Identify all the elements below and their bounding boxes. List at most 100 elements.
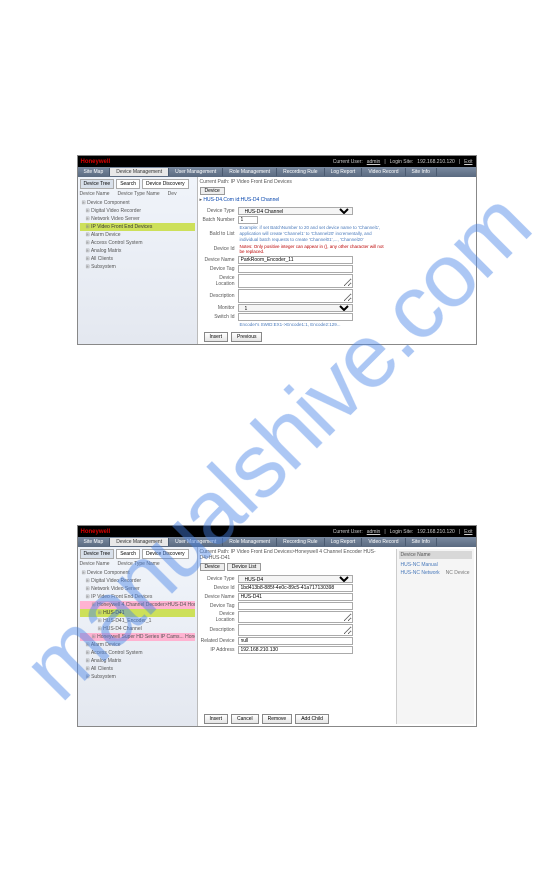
input-device-id[interactable] — [238, 584, 353, 592]
list-item[interactable]: HUS-NC NetworkNC Device — [399, 569, 472, 577]
tree-node[interactable]: Network Video Server — [80, 585, 195, 593]
tree-node[interactable]: All Clients — [80, 255, 195, 263]
topbar: Honeywell Current User: admin | Login Si… — [78, 156, 476, 167]
tree-node[interactable]: Access Control System — [80, 239, 195, 247]
remove-button[interactable]: Remove — [262, 714, 293, 724]
tree-node[interactable]: Device Component — [80, 569, 195, 577]
select-device-type[interactable]: HUS-D4 Channel — [238, 207, 353, 215]
nav-video-record[interactable]: Video Record — [362, 168, 405, 176]
tree-node[interactable]: Alarm Device — [80, 231, 195, 239]
input-device-tag[interactable] — [238, 265, 353, 273]
tree-node[interactable]: All Clients — [80, 665, 195, 673]
input-description[interactable] — [238, 624, 353, 636]
nav-log-report[interactable]: Log Report — [325, 538, 363, 546]
tree-node[interactable]: Subsystem — [80, 673, 195, 681]
device-list-tag[interactable]: Device List — [227, 563, 261, 571]
main-content: Current Path: IP Video Front End Devices… — [198, 177, 476, 344]
tab-device-tree[interactable]: Device Tree — [80, 179, 115, 189]
tree-node[interactable]: Honeywell 4 Channel Decoder>HUS-D4 Honey… — [80, 601, 195, 609]
login-site-value: 192.168.210.120 — [417, 159, 455, 165]
current-user[interactable]: admin — [367, 529, 381, 535]
right-panel: Device Name HUS-NC Manual HUS-NC Network… — [396, 549, 474, 724]
select-monitor[interactable]: 1 — [238, 304, 353, 312]
tree-node[interactable]: Subsystem — [80, 263, 195, 271]
tree-node[interactable]: IP Video Front End Devices — [80, 593, 195, 601]
add-child-button[interactable]: Add Child — [295, 714, 329, 724]
cancel-button[interactable]: Cancel — [231, 714, 259, 724]
nav-user-management[interactable]: User Management — [169, 168, 223, 176]
breadcrumb: Current Path: IP Video Front End Devices… — [200, 549, 392, 561]
insert-button[interactable]: Insert — [204, 332, 229, 342]
nav-site-map[interactable]: Site Map — [78, 538, 111, 546]
nav-site-map[interactable]: Site Map — [78, 168, 111, 176]
list-item[interactable]: HUS-NC Manual — [399, 561, 472, 569]
device-form: Device Type HUS-D4 Device Id Device Name… — [200, 575, 392, 654]
sidebar: Device Tree Search Device Discovery Devi… — [78, 177, 198, 344]
current-user[interactable]: admin — [367, 159, 381, 165]
tree-node[interactable]: Digital Video Recorder — [80, 207, 195, 215]
tree-node[interactable]: Analog Matrix — [80, 247, 195, 255]
brand-logo: Honeywell — [81, 159, 111, 165]
device-tag[interactable]: Device — [200, 563, 225, 571]
tree-node[interactable]: Honeywell Super HD Series IP Cams... Hon… — [80, 633, 195, 641]
input-device-name[interactable] — [238, 256, 353, 264]
login-site-label: Login Site: — [390, 159, 414, 165]
tree-node[interactable]: HUS-D41_Encoder_1 — [80, 617, 195, 625]
label-device-id: Device Id — [200, 585, 238, 591]
device-tag[interactable]: Device — [200, 187, 225, 195]
tab-device-discovery[interactable]: Device Discovery — [142, 179, 189, 189]
tree-node[interactable]: Analog Matrix — [80, 657, 195, 665]
label-device-tag: Device Tag — [200, 603, 238, 609]
input-device-location[interactable] — [238, 274, 353, 288]
nav-recording-rule[interactable]: Recording Rule — [277, 538, 324, 546]
input-batch-number[interactable] — [238, 216, 258, 224]
label-description: Description — [200, 627, 238, 633]
tab-device-discovery[interactable]: Device Discovery — [142, 549, 189, 559]
label-device-type: Device Type — [200, 576, 238, 582]
main-nav: Site Map Device Management User Manageme… — [78, 167, 476, 177]
tab-device-tree[interactable]: Device Tree — [80, 549, 115, 559]
main-content: Current Path: IP Video Front End Devices… — [198, 547, 476, 726]
input-device-location[interactable] — [238, 611, 353, 623]
nav-log-report[interactable]: Log Report — [325, 168, 363, 176]
nav-site-info[interactable]: Site Info — [406, 538, 437, 546]
insert-button[interactable]: Insert — [204, 714, 229, 724]
nav-recording-rule[interactable]: Recording Rule — [277, 168, 324, 176]
select-device-type[interactable]: HUS-D4 — [238, 575, 353, 583]
topbar: Honeywell Current User: admin | Login Si… — [78, 526, 476, 537]
nav-role-management[interactable]: Role Management — [223, 168, 277, 176]
tree-node[interactable]: HUS-D4 Channel — [80, 625, 195, 633]
current-user-label: Current User: — [333, 159, 363, 165]
input-description[interactable] — [238, 289, 353, 303]
tree-node[interactable]: Network Video Server — [80, 215, 195, 223]
login-site-label: Login Site: — [390, 529, 414, 535]
tree-node-selected[interactable]: HUS-D41 — [80, 609, 195, 617]
tab-search[interactable]: Search — [116, 549, 140, 559]
tab-search[interactable]: Search — [116, 179, 140, 189]
app-window-1: Honeywell Current User: admin | Login Si… — [77, 155, 477, 345]
input-ip-address[interactable] — [238, 646, 353, 654]
label-description: Description — [200, 293, 238, 299]
tree-node[interactable]: Device Component — [80, 199, 195, 207]
input-related-device[interactable] — [238, 637, 353, 645]
exit-link[interactable]: Exit — [464, 159, 472, 165]
tree-node-selected[interactable]: IP Video Front End Devices — [80, 223, 195, 231]
exit-link[interactable]: Exit — [464, 529, 472, 535]
label-device-name: Device Name — [200, 257, 238, 263]
input-device-name[interactable] — [238, 593, 353, 601]
nav-role-management[interactable]: Role Management — [223, 538, 277, 546]
label-device-type: Device Type — [200, 208, 238, 214]
previous-button[interactable]: Previous — [231, 332, 262, 342]
device-link[interactable]: HUS-D4.Com id:HUS-D4 Channel — [200, 197, 474, 203]
right-panel-header: Device Name — [399, 551, 472, 559]
tree-node[interactable]: Digital Video Recorder — [80, 577, 195, 585]
nav-device-management[interactable]: Device Management — [110, 538, 169, 546]
nav-device-management[interactable]: Device Management — [110, 168, 169, 176]
input-switch-id[interactable] — [238, 313, 353, 321]
nav-user-management[interactable]: User Management — [169, 538, 223, 546]
input-device-tag[interactable] — [238, 602, 353, 610]
tree-node[interactable]: Alarm Device — [80, 641, 195, 649]
nav-video-record[interactable]: Video Record — [362, 538, 405, 546]
tree-node[interactable]: Access Control System — [80, 649, 195, 657]
nav-site-info[interactable]: Site Info — [406, 168, 437, 176]
